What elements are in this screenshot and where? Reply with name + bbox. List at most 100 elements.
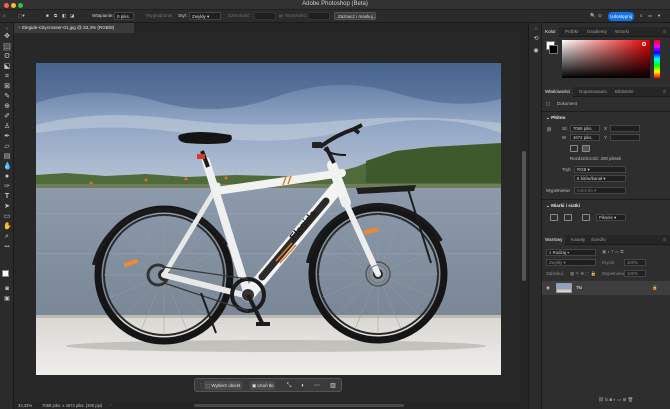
move-tool-icon[interactable]: ✥	[3, 33, 11, 41]
new-layer-icon[interactable]: ⊞	[623, 397, 627, 402]
selection-mode-new-icon[interactable]: ■	[46, 13, 49, 18]
color-mode-select[interactable]: RGB ▾	[574, 166, 626, 173]
rect-marquee-preset-icon[interactable]: ⬚▾	[18, 13, 25, 19]
tab-libraries[interactable]: Biblioteki	[612, 87, 636, 97]
type-tool-icon[interactable]: T	[3, 193, 11, 201]
properties-menu-icon[interactable]: ≡	[660, 87, 669, 97]
history-brush-tool-icon[interactable]: ✒	[3, 133, 11, 141]
lock-icons[interactable]: ▦ ✎ ✥ ⬚ 🔒	[570, 271, 596, 277]
screen-mode-icon[interactable]: ▣	[3, 295, 11, 303]
tab-adjustments[interactable]: Dopasowania	[576, 87, 610, 97]
adjustment-icon[interactable]: ◐	[299, 382, 307, 390]
canvas-section-title[interactable]: ⌄ Płótno	[546, 115, 565, 121]
color-field[interactable]	[562, 40, 650, 78]
fill-opacity-input[interactable]: 100%	[624, 270, 646, 277]
discover-icon[interactable]: 🔍	[590, 13, 596, 19]
canvas-area[interactable]: Elegida	[14, 33, 520, 402]
foreground-color-swatch[interactable]	[2, 270, 9, 277]
tab-swatches[interactable]: Próbki	[562, 27, 581, 37]
more-options-icon[interactable]: ⋯	[313, 382, 321, 390]
tab-patterns[interactable]: Wzorki	[612, 27, 632, 37]
canvas-y-input[interactable]	[610, 134, 640, 141]
toolbar-collapse-icon[interactable]: »	[3, 25, 11, 33]
tab-gradients[interactable]: Gradienty	[584, 27, 610, 37]
ruler-units-select[interactable]: Piksele ▾	[596, 214, 626, 221]
canvas-fill-select[interactable]: Kolor tła ▾	[574, 187, 626, 194]
new-adjustment-icon[interactable]: ◐	[613, 397, 616, 402]
status-info-arrow-icon[interactable]: ›	[110, 402, 111, 407]
panels-collapse-icon[interactable]: «	[532, 25, 540, 33]
select-and-mask-button[interactable]: Zaznacz i maskuj...	[334, 12, 377, 20]
color-background-swatch[interactable]	[549, 45, 558, 54]
layer-filter-icons[interactable]: ▣ ◐ T ▭ ⧉	[602, 249, 624, 255]
portrait-orientation-icon[interactable]	[570, 145, 578, 152]
history-panel-icon[interactable]: ⟲	[532, 35, 540, 43]
gradient-tool-icon[interactable]: ▤	[3, 153, 11, 161]
zoom-tool-icon[interactable]: ⌕	[3, 233, 11, 241]
zoom-level[interactable]: 33,33%	[18, 403, 32, 408]
canvas-width-input[interactable]: 7068 piks.	[570, 125, 600, 132]
more-tools-icon[interactable]: •••	[3, 243, 11, 251]
quick-mask-icon[interactable]: ◙	[3, 285, 11, 293]
guides-icon[interactable]	[582, 214, 590, 221]
selection-mode-subtract-icon[interactable]: ◧	[62, 13, 66, 19]
hand-tool-icon[interactable]: ✋	[3, 223, 12, 231]
antialias-checkbox[interactable]: Wygładzanie	[146, 13, 172, 18]
selection-mode-intersect-icon[interactable]: ◪	[70, 13, 74, 19]
tab-properties[interactable]: Właściwości	[542, 87, 574, 97]
pen-tool-icon[interactable]: ✑	[3, 183, 11, 191]
tool-presets-icon[interactable]: ◉	[532, 47, 540, 55]
bit-depth-select[interactable]: 8 bitów/kanał ▾	[574, 175, 626, 182]
hue-slider[interactable]	[654, 40, 660, 78]
eyedropper-tool-icon[interactable]: ✎	[3, 93, 11, 101]
share-button[interactable]: Udostępnij	[608, 12, 634, 21]
remove-background-button[interactable]: ▣ Usuń tło	[250, 381, 276, 390]
layers-menu-icon[interactable]: ≡	[660, 235, 669, 245]
height-input[interactable]	[308, 12, 330, 20]
home-icon[interactable]: ⌂	[3, 13, 6, 18]
selection-mode-add-icon[interactable]: ⧉	[54, 13, 57, 18]
layer-row-background[interactable]: ◉ Tło 🔒	[542, 281, 670, 295]
new-group-icon[interactable]: ▭	[617, 397, 621, 402]
brush-tool-icon[interactable]: ✐	[3, 113, 11, 121]
search-icon[interactable]: ⌕	[640, 13, 643, 18]
pin-bar-icon[interactable]: ▥	[329, 382, 337, 390]
document-image[interactable]: Elegida	[36, 63, 501, 375]
workspace-icon[interactable]: ▭	[648, 13, 652, 19]
tab-channels[interactable]: Kanały	[568, 235, 588, 245]
swap-icon[interactable]: ⇄	[279, 13, 283, 19]
link-icon[interactable]: ⛓	[546, 127, 552, 133]
cloud-docs-icon[interactable]: ⊙	[598, 13, 602, 19]
workspace-menu-icon[interactable]: ▾	[658, 13, 660, 19]
style-select[interactable]: Zwykły ▾	[189, 12, 221, 20]
color-picker-cursor[interactable]	[642, 42, 646, 46]
object-selection-tool-icon[interactable]: ⬕	[3, 63, 11, 71]
vertical-scroll-thumb[interactable]	[522, 151, 526, 281]
path-selection-tool-icon[interactable]: ➤	[3, 203, 11, 211]
layer-style-icon[interactable]: fx	[605, 397, 608, 402]
crop-tool-icon[interactable]: ⌗	[3, 73, 11, 81]
tab-layers[interactable]: Warstwy	[542, 235, 566, 245]
document-tab[interactable]: × Elegide-Citycrosser-01.jpg @ 33,3% (RG…	[14, 23, 134, 33]
feather-input[interactable]: 0 piks.	[114, 12, 134, 20]
visibility-eye-icon[interactable]: ◉	[546, 285, 550, 291]
layer-filter-select[interactable]: ⌕ Rodzaj ▾	[546, 249, 596, 256]
opacity-input[interactable]: 100%	[624, 259, 646, 266]
rectangle-tool-icon[interactable]: ▭	[3, 213, 11, 221]
tab-color[interactable]: Kolor	[542, 27, 559, 37]
delete-layer-icon[interactable]: 🗑	[628, 397, 634, 402]
blur-tool-icon[interactable]: 💧	[3, 163, 12, 171]
spot-healing-tool-icon[interactable]: ⊕	[3, 103, 11, 111]
canvas-height-input[interactable]: 4672 piks.	[570, 134, 600, 141]
layer-name[interactable]: Tło	[576, 285, 582, 290]
tab-paths[interactable]: Ścieżki	[588, 235, 609, 245]
select-subject-button[interactable]: ⬚ Wybierz obiekt	[204, 381, 243, 390]
rulers-grids-section-title[interactable]: ⌄ Miarki i siatki	[546, 203, 580, 209]
rulers-icon[interactable]	[550, 214, 558, 221]
grid-icon[interactable]	[564, 214, 572, 221]
landscape-orientation-icon[interactable]	[582, 145, 590, 152]
dodge-tool-icon[interactable]: ●	[3, 173, 11, 181]
vertical-scrollbar[interactable]	[520, 33, 528, 402]
frame-tool-icon[interactable]: ⊠	[3, 83, 11, 91]
panel-menu-icon[interactable]: ≡	[660, 27, 669, 37]
